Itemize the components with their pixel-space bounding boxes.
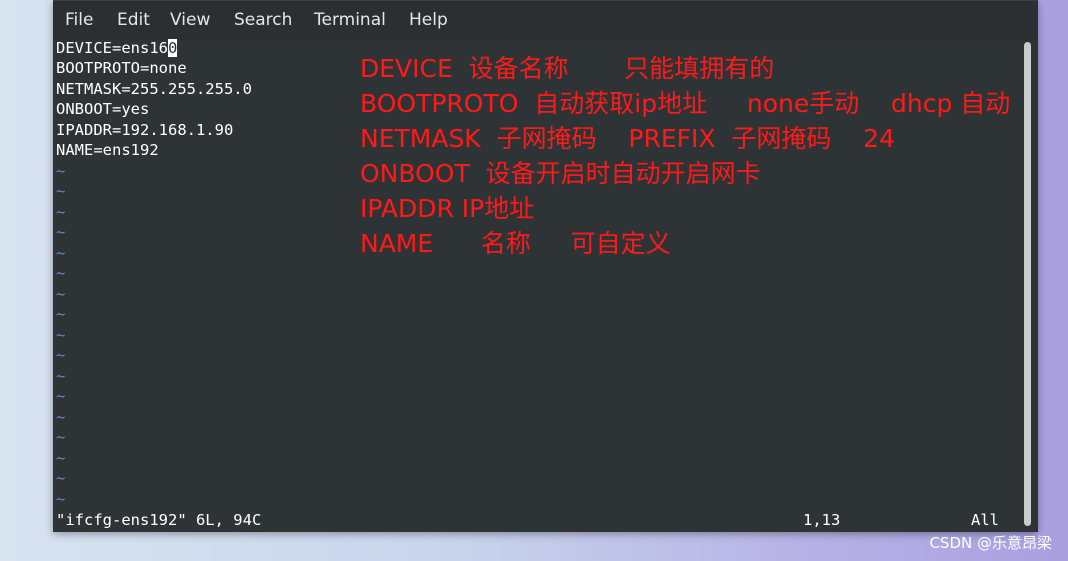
- empty-line-tilde: ~: [56, 244, 66, 262]
- menu-terminal[interactable]: Terminal: [314, 10, 386, 30]
- editor-line-1: DEVICE=ens160: [56, 38, 178, 58]
- empty-line-tilde: ~: [56, 203, 66, 221]
- annotation-ipaddr: IPADDR IP地址: [360, 194, 535, 223]
- empty-line-tilde: ~: [56, 285, 66, 303]
- vertical-scrollbar[interactable]: [1023, 40, 1033, 530]
- editor-line-4: ONBOOT=yes: [56, 100, 150, 118]
- editor-line-3: NETMASK=255.255.255.0: [56, 80, 252, 98]
- empty-line-tilde: ~: [56, 326, 66, 344]
- empty-line-tilde: ~: [56, 223, 66, 241]
- empty-line-tilde: ~: [56, 428, 66, 446]
- editor-area[interactable]: DEVICE=ens160 BOOTPROTO=none NETMASK=255…: [53, 38, 1021, 532]
- editor-line-6: NAME=ens192: [56, 141, 159, 159]
- editor-line-5: IPADDR=192.168.1.90: [56, 121, 234, 139]
- scrollbar-thumb[interactable]: [1024, 42, 1031, 526]
- status-cursor-position: 1,13: [803, 511, 841, 529]
- annotation-bootproto: BOOTPROTO 自动获取ip地址 none手动 dhcp 自动: [360, 89, 1011, 118]
- empty-line-tilde: ~: [56, 449, 66, 467]
- empty-line-tilde: ~: [56, 387, 66, 405]
- empty-line-tilde: ~: [56, 162, 66, 180]
- annotation-name: NAME 名称 可自定义: [360, 229, 671, 258]
- menu-search[interactable]: Search: [234, 10, 292, 30]
- empty-line-tilde: ~: [56, 305, 66, 323]
- menu-file[interactable]: File: [65, 10, 93, 30]
- empty-line-tilde: ~: [56, 264, 66, 282]
- terminal-window: File Edit View Search Terminal Help DEVI…: [53, 0, 1038, 532]
- empty-line-tilde: ~: [56, 469, 66, 487]
- editor-line-1-text: DEVICE=ens16: [56, 39, 168, 57]
- status-file-info: "ifcfg-ens192" 6L, 94C: [56, 511, 262, 529]
- watermark: CSDN @乐意昂梁: [929, 534, 1052, 552]
- annotation-device: DEVICE 设备名称 只能填拥有的: [360, 54, 775, 83]
- annotation-netmask: NETMASK 子网掩码 PREFIX 子网掩码 24: [360, 124, 895, 153]
- editor-line-2: BOOTPROTO=none: [56, 59, 187, 77]
- menubar: File Edit View Search Terminal Help: [53, 0, 1038, 41]
- empty-line-tilde: ~: [56, 367, 66, 385]
- empty-line-tilde: ~: [56, 346, 66, 364]
- menu-help[interactable]: Help: [409, 10, 448, 30]
- empty-line-tilde: ~: [56, 490, 66, 508]
- annotation-onboot: ONBOOT 设备开启时自动开启网卡: [360, 159, 761, 188]
- status-scroll-position: All: [971, 511, 999, 529]
- empty-line-tilde: ~: [56, 408, 66, 426]
- empty-line-tilde: ~: [56, 182, 66, 200]
- menu-edit[interactable]: Edit: [117, 10, 150, 30]
- text-cursor: 0: [167, 39, 178, 57]
- menu-view[interactable]: View: [170, 10, 210, 30]
